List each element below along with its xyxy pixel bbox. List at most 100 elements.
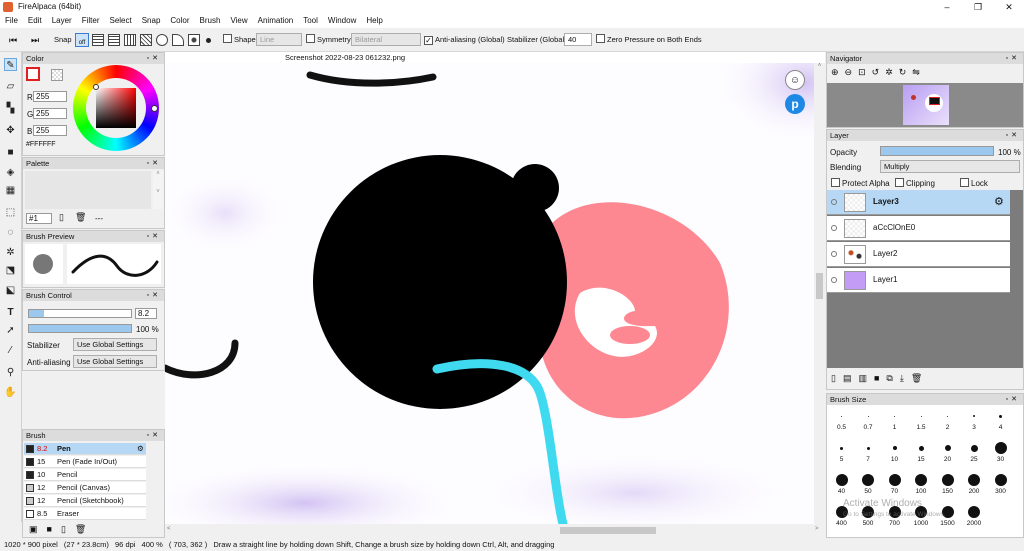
navigator-preview[interactable] (827, 83, 1023, 127)
panel-controls-icon[interactable]: ▫✕ (1006, 130, 1020, 141)
dot-tool-icon[interactable]: ▚ (4, 102, 17, 115)
clipping-checkbox[interactable]: Clipping (895, 178, 935, 188)
palette-selector[interactable]: #1 (26, 213, 52, 224)
text-tool-icon[interactable]: T (4, 306, 17, 319)
brush-item[interactable]: 12 Pencil (Sketchbook) (24, 495, 146, 507)
panel-controls-icon[interactable]: ▫✕ (147, 158, 161, 169)
visibility-icon[interactable] (831, 199, 837, 205)
vertical-scrollbar[interactable]: ˄ (814, 63, 825, 524)
canvas-area[interactable]: Screenshot 2022-08-23 061232.png ☺ p ˄ (165, 52, 825, 524)
menu-color[interactable]: Color (165, 14, 194, 28)
layer-row[interactable]: Layer1 (827, 268, 1010, 293)
pixiv-icon[interactable]: p (785, 94, 805, 114)
brush-size-preset[interactable]: 1.5 (909, 408, 934, 431)
brush-opacity-slider[interactable] (28, 324, 132, 333)
magic-wand-tool-icon[interactable]: ✲ (4, 246, 17, 259)
brush-size-preset[interactable]: 2 (935, 408, 960, 431)
hand-tool-icon[interactable]: ✋ (4, 386, 17, 399)
duplicate-layer-icon[interactable]: ⧉ (886, 373, 899, 383)
next-frame-icon[interactable]: ⏭ (31, 34, 39, 46)
g-input[interactable]: 255 (33, 108, 67, 119)
primary-color-swatch[interactable] (26, 67, 40, 81)
b-input[interactable]: 255 (33, 125, 67, 136)
panel-controls-icon[interactable]: ▫✕ (147, 231, 161, 242)
brush-size-preset[interactable]: 25 (962, 440, 987, 463)
zero-pressure-checkbox[interactable]: Zero Pressure on Both Ends (596, 34, 702, 46)
brush-size-preset[interactable]: 100 (909, 472, 934, 495)
menu-brush[interactable]: Brush (195, 14, 226, 28)
eyedropper-tool-icon[interactable]: ⚲ (4, 366, 17, 379)
brush-settings-icon[interactable]: ▣ (29, 524, 47, 534)
layer-row[interactable]: aCcClOnE0 (827, 216, 1010, 241)
move-tool-icon[interactable]: ✥ (4, 124, 17, 137)
secondary-color-swatch[interactable] (51, 69, 63, 81)
hue-wheel[interactable] (73, 65, 159, 151)
menu-window[interactable]: Window (323, 14, 361, 28)
brush-item[interactable]: 10 Pencil (24, 469, 146, 481)
brush-item[interactable]: 15 Pen (Fade In/Out) (24, 456, 146, 468)
brush-size-preset[interactable]: 40 (829, 472, 854, 495)
snap-radial-icon[interactable] (188, 34, 200, 46)
brush-item[interactable]: 8.5 Eraser (24, 508, 146, 520)
select-tool-icon[interactable]: ⬚ (4, 206, 17, 219)
close-button[interactable]: ✕ (994, 0, 1024, 14)
zoom-out-icon[interactable]: ⊖ (845, 67, 859, 77)
symmetry-checkbox[interactable]: Symmetry (306, 34, 351, 46)
menu-snap[interactable]: Snap (137, 14, 166, 28)
alpaca-icon[interactable]: ☺ (785, 70, 805, 90)
delete-palette-icon[interactable]: 🗑 (75, 212, 86, 223)
shape-checkbox[interactable]: Shape (223, 34, 256, 46)
zoom-fit-icon[interactable]: ⊡ (858, 67, 872, 77)
brush-size-preset[interactable]: 1 (882, 408, 907, 431)
blending-select[interactable]: Multiply (880, 160, 1020, 173)
brush-size-preset[interactable]: 7 (856, 440, 881, 463)
rotate-right-icon[interactable]: ↻ (899, 67, 913, 77)
panel-controls-icon[interactable]: ▫✕ (147, 430, 161, 441)
maximize-button[interactable]: ❐ (963, 0, 993, 14)
panel-controls-icon[interactable]: ▫✕ (147, 53, 161, 64)
brush-size-preset[interactable]: 0.7 (856, 408, 881, 431)
new-1bit-layer-icon[interactable]: ▥ (858, 373, 874, 383)
layer-opacity-slider[interactable] (880, 146, 994, 156)
snap-circle-icon[interactable] (156, 34, 168, 46)
visibility-icon[interactable] (831, 251, 837, 257)
merge-down-icon[interactable]: ⤓ (900, 373, 911, 383)
brush-stabilizer-select[interactable]: Use Global Settings (73, 338, 157, 351)
horizontal-scroll-thumb[interactable] (560, 527, 656, 534)
brush-size-preset[interactable]: 300 (988, 472, 1013, 495)
rotate-reset-icon[interactable]: ✲ (885, 67, 899, 77)
protect-alpha-checkbox[interactable]: Protect Alpha (831, 178, 890, 188)
minimize-button[interactable]: – (932, 0, 962, 14)
brush-size-preset[interactable]: 15 (909, 440, 934, 463)
menu-layer[interactable]: Layer (47, 14, 77, 28)
new-folder-icon[interactable]: ■ (874, 373, 886, 383)
lasso-tool-icon[interactable]: ◌ (4, 226, 17, 239)
brush-size-preset[interactable]: 10 (882, 440, 907, 463)
hue-picker-handle[interactable] (151, 105, 158, 112)
brush-tool-icon[interactable]: ✎ (4, 58, 17, 71)
snap-curve-icon[interactable] (172, 34, 184, 46)
panel-controls-icon[interactable]: ▫✕ (1006, 53, 1020, 64)
snap-grid-icon[interactable] (108, 34, 120, 46)
shape-select[interactable]: Line (256, 33, 302, 46)
select-eraser-tool-icon[interactable]: ⬕ (4, 284, 17, 297)
fill-tool-icon[interactable]: ■ (4, 146, 17, 159)
snap-crisscross-icon[interactable] (124, 34, 136, 46)
menu-edit[interactable]: Edit (23, 14, 47, 28)
brush-size-preset[interactable]: 50 (856, 472, 881, 495)
folder-icon[interactable]: ■ (47, 524, 61, 534)
gear-icon[interactable]: ⚙ (137, 443, 144, 455)
operation-tool-icon[interactable]: ➚ (4, 324, 17, 337)
visibility-icon[interactable] (831, 277, 837, 283)
duplicate-brush-icon[interactable]: ▯ (61, 524, 75, 534)
select-pen-tool-icon[interactable]: ⬔ (4, 264, 17, 277)
horizontal-scrollbar[interactable]: ˂ ˃ (165, 524, 825, 536)
symmetry-select[interactable]: Bilateral (351, 33, 421, 46)
visibility-icon[interactable] (831, 225, 837, 231)
menu-view[interactable]: View (225, 14, 252, 28)
palette-swatch-area[interactable] (25, 171, 151, 209)
rotate-left-icon[interactable]: ↺ (872, 67, 886, 77)
zoom-in-icon[interactable]: ⊕ (831, 67, 845, 77)
prev-frame-icon[interactable]: ⏮ (9, 34, 17, 46)
brush-size-input[interactable]: 8.2 (135, 308, 157, 319)
